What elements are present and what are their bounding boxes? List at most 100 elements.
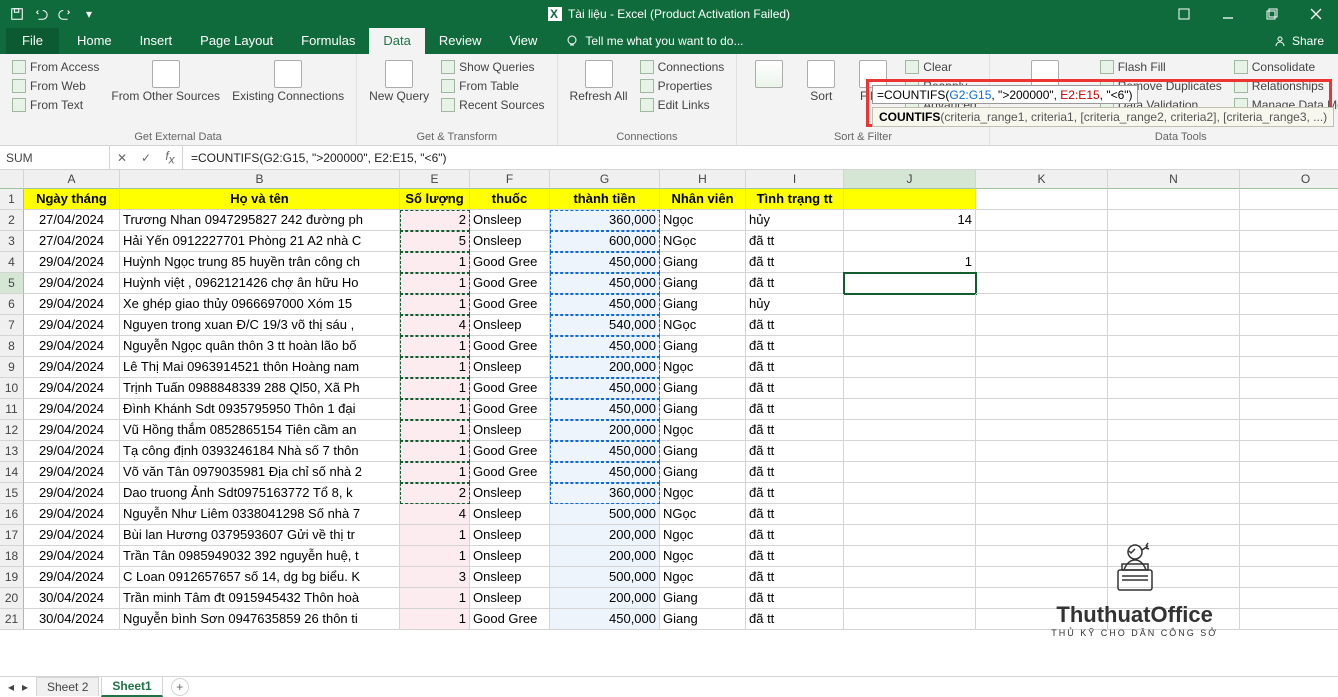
select-all-corner[interactable] (0, 170, 24, 189)
cell[interactable]: đã tt (746, 504, 844, 525)
col-header[interactable]: J (844, 170, 976, 189)
cell[interactable] (976, 483, 1108, 504)
cell[interactable]: thành tiền (550, 189, 660, 210)
new-sheet-button[interactable]: + (171, 678, 189, 696)
cell[interactable]: 29/04/2024 (24, 357, 120, 378)
cell[interactable]: 600,000 (550, 231, 660, 252)
cell[interactable]: đã tt (746, 441, 844, 462)
cell[interactable] (1108, 609, 1240, 630)
col-header[interactable]: F (470, 170, 550, 189)
cell[interactable]: Ngọc (660, 420, 746, 441)
cell[interactable]: 1 (400, 273, 470, 294)
edit-links-button[interactable]: Edit Links (636, 96, 729, 114)
nav-next-icon[interactable]: ▸ (22, 680, 28, 694)
cell[interactable] (976, 420, 1108, 441)
cell[interactable]: 1 (400, 378, 470, 399)
col-header[interactable]: B (120, 170, 400, 189)
cell[interactable]: Ngọc (660, 483, 746, 504)
cell[interactable]: 3 (400, 567, 470, 588)
clear-button[interactable]: Clear (901, 58, 980, 76)
cell[interactable]: Good Gree (470, 462, 550, 483)
cell[interactable]: Ngọc (660, 567, 746, 588)
cell[interactable] (1240, 525, 1338, 546)
cell[interactable]: đã tt (746, 378, 844, 399)
cell-edit-formula[interactable]: =COUNTIFS(G2:G15, ">200000", E2:E15, "<6… (872, 85, 1138, 104)
cell[interactable]: Good Gree (470, 273, 550, 294)
cell[interactable]: 360,000 (550, 483, 660, 504)
tab-insert[interactable]: Insert (126, 28, 187, 54)
cell[interactable]: 29/04/2024 (24, 441, 120, 462)
cell[interactable]: 540,000 (550, 315, 660, 336)
sheet-tab[interactable]: Sheet 2 (36, 677, 99, 696)
cell[interactable]: đã tt (746, 231, 844, 252)
nav-prev-icon[interactable]: ◂ (8, 680, 14, 694)
cell[interactable] (844, 567, 976, 588)
cell[interactable] (844, 609, 976, 630)
cell[interactable]: Giang (660, 378, 746, 399)
cell[interactable] (976, 525, 1108, 546)
cell[interactable] (844, 588, 976, 609)
cell[interactable]: Nguyen trong xuan Đ/C 19/3 võ thị sáu , (120, 315, 400, 336)
cell[interactable]: đã tt (746, 252, 844, 273)
cell[interactable]: Võ văn Tân 0979035981 Địa chỉ số nhà 2 (120, 462, 400, 483)
cell[interactable]: 27/04/2024 (24, 231, 120, 252)
row-header[interactable]: 4 (0, 252, 24, 273)
row-header[interactable]: 11 (0, 399, 24, 420)
cell[interactable]: Onsleep (470, 315, 550, 336)
cell[interactable] (976, 588, 1108, 609)
cell[interactable] (844, 504, 976, 525)
cell[interactable]: 1 (400, 525, 470, 546)
cell[interactable] (1108, 420, 1240, 441)
properties-button[interactable]: Properties (636, 77, 729, 95)
cell[interactable] (1108, 231, 1240, 252)
cell[interactable] (1108, 441, 1240, 462)
cell[interactable] (1108, 357, 1240, 378)
col-header[interactable]: H (660, 170, 746, 189)
cell[interactable]: 1 (400, 588, 470, 609)
cell[interactable]: 1 (400, 252, 470, 273)
cell[interactable] (1108, 399, 1240, 420)
cell[interactable] (1240, 609, 1338, 630)
sheet-tab[interactable]: Sheet1 (101, 676, 162, 697)
cell[interactable] (844, 189, 976, 210)
tab-formulas[interactable]: Formulas (287, 28, 369, 54)
cell[interactable]: 360,000 (550, 210, 660, 231)
from-web-button[interactable]: From Web (8, 77, 103, 95)
fx-button[interactable]: fx (158, 146, 182, 169)
row-header[interactable]: 13 (0, 441, 24, 462)
cell[interactable] (976, 336, 1108, 357)
cell[interactable]: 29/04/2024 (24, 252, 120, 273)
row-header[interactable]: 14 (0, 462, 24, 483)
cell[interactable]: Ngày tháng (24, 189, 120, 210)
cell[interactable]: Giang (660, 462, 746, 483)
cell[interactable] (1240, 294, 1338, 315)
cell[interactable] (844, 378, 976, 399)
cell[interactable] (1240, 399, 1338, 420)
cell[interactable]: 29/04/2024 (24, 546, 120, 567)
cell[interactable]: Giang (660, 441, 746, 462)
enter-formula-button[interactable]: ✓ (134, 146, 158, 169)
cell[interactable]: 1 (400, 336, 470, 357)
cell[interactable] (844, 483, 976, 504)
cell[interactable]: 29/04/2024 (24, 378, 120, 399)
col-header[interactable]: K (976, 170, 1108, 189)
cell[interactable]: Trần Tân 0985949032 392 nguyễn huệ, t (120, 546, 400, 567)
cell[interactable]: 200,000 (550, 420, 660, 441)
formula-input[interactable]: =COUNTIFS(G2:G15, ">200000", E2:E15, "<6… (183, 151, 1338, 165)
cell[interactable]: 200,000 (550, 357, 660, 378)
cell[interactable]: 500,000 (550, 504, 660, 525)
cell[interactable]: đã tt (746, 483, 844, 504)
cell[interactable]: đã tt (746, 315, 844, 336)
cell[interactable]: đã tt (746, 546, 844, 567)
cell[interactable] (1240, 462, 1338, 483)
cell[interactable]: Hải Yến 0912227701 Phòng 21 A2 nhà C (120, 231, 400, 252)
cell[interactable]: 29/04/2024 (24, 567, 120, 588)
cell[interactable]: 450,000 (550, 294, 660, 315)
cell[interactable]: Nguyễn Như Liêm 0338041298 Số nhà 7 (120, 504, 400, 525)
cell[interactable]: 1 (400, 420, 470, 441)
row-header[interactable]: 10 (0, 378, 24, 399)
cell[interactable]: Số lượng (400, 189, 470, 210)
cell[interactable] (1240, 273, 1338, 294)
cell[interactable]: Onsleep (470, 588, 550, 609)
cell[interactable]: 5 (400, 231, 470, 252)
